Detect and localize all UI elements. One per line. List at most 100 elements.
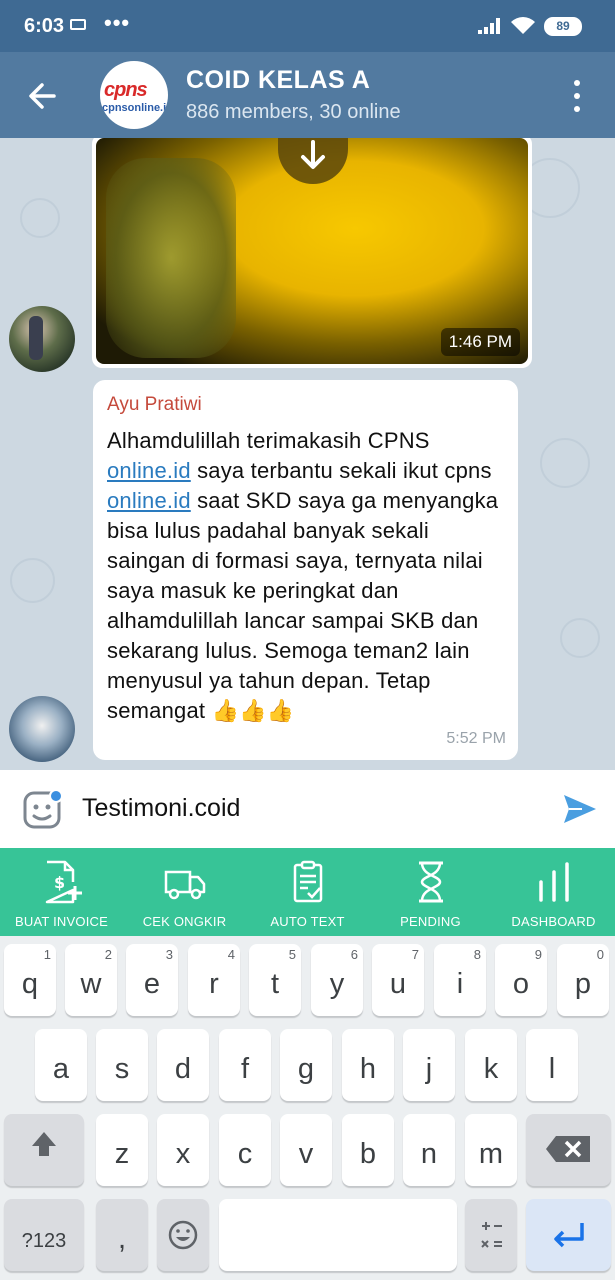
key-char: a [52, 1053, 70, 1085]
key-hint: 8 [473, 947, 481, 962]
emoji-icon [168, 1220, 198, 1250]
pending-button[interactable]: PENDING [369, 848, 492, 936]
download-icon [301, 140, 325, 169]
hourglass-icon [418, 861, 443, 903]
key-r[interactable]: 4r [188, 944, 240, 1016]
chat-subtitle: 886 members, 30 online [186, 101, 401, 123]
key-d[interactable]: d [157, 1029, 209, 1101]
back-arrow-icon[interactable] [22, 76, 64, 116]
sender-avatar[interactable] [9, 306, 75, 372]
enter-key[interactable] [526, 1199, 611, 1271]
chat-header: cpns cpnsonline.id COID KELAS A 886 memb… [0, 52, 615, 138]
key-char: , [117, 1223, 127, 1255]
key-t[interactable]: 5t [249, 944, 301, 1016]
dashboard-icon [538, 862, 569, 902]
key-s[interactable]: s [96, 1029, 148, 1101]
key-o[interactable]: 9o [495, 944, 547, 1016]
key-b[interactable]: b [342, 1114, 394, 1186]
message-link[interactable]: online.id [107, 458, 191, 483]
key-char: q [21, 968, 39, 1000]
key-char: w [80, 968, 102, 1000]
soft-keyboard: 1q 2w 3e 4r 5t 6y 7u 8i 9o 0p a s d f g … [0, 936, 615, 1280]
message-input[interactable] [82, 794, 542, 823]
key-hint: 0 [596, 947, 604, 962]
key-char: l [548, 1053, 556, 1085]
status-bar: 6:03 ••• 89 [0, 0, 615, 52]
action-toolbar: $ BUAT INVOICE CEK ONGKIR AUTO TEXT PEND… [0, 848, 615, 936]
math-symbols-key[interactable] [465, 1199, 517, 1271]
key-y[interactable]: 6y [311, 944, 363, 1016]
tool-label: AUTO TEXT [270, 914, 345, 929]
text-message[interactable]: Ayu Pratiwi Alhamdulillah terimakasih CP… [93, 380, 518, 760]
message-text-part: saya terbantu sekali ikut cpns [190, 458, 492, 483]
key-i[interactable]: 8i [434, 944, 486, 1016]
key-k[interactable]: k [465, 1029, 517, 1101]
buat-invoice-button[interactable]: $ BUAT INVOICE [0, 848, 123, 936]
chat-title[interactable]: COID KELAS A [186, 66, 370, 95]
send-icon[interactable] [562, 792, 598, 826]
dashboard-button[interactable]: DASHBOARD [492, 848, 615, 936]
key-x[interactable]: x [157, 1114, 209, 1186]
key-e[interactable]: 3e [126, 944, 178, 1016]
key-char: p [574, 968, 592, 1000]
download-button[interactable] [278, 138, 348, 184]
cek-ongkir-button[interactable]: CEK ONGKIR [123, 848, 246, 936]
tool-label: PENDING [400, 914, 461, 929]
key-c[interactable]: c [219, 1114, 271, 1186]
logo-text: cpns [104, 79, 148, 101]
key-z[interactable]: z [96, 1114, 148, 1186]
key-char: r [209, 968, 219, 1000]
key-char: m [478, 1138, 504, 1170]
key-char: g [297, 1053, 315, 1085]
shift-key[interactable] [4, 1114, 84, 1186]
more-options-icon[interactable] [566, 78, 588, 114]
sender-avatar[interactable] [9, 696, 75, 762]
key-char: d [174, 1053, 192, 1085]
media-message[interactable]: 1:46 PM [92, 138, 532, 368]
key-char: i [456, 968, 464, 1000]
auto-text-button[interactable]: AUTO TEXT [246, 848, 369, 936]
key-q[interactable]: 1q [4, 944, 56, 1016]
key-j[interactable]: j [403, 1029, 455, 1101]
key-u[interactable]: 7u [372, 944, 424, 1016]
key-hint: 2 [104, 947, 112, 962]
group-avatar[interactable]: cpns cpnsonline.id [100, 61, 168, 129]
shift-icon [32, 1132, 56, 1156]
media-preview[interactable]: 1:46 PM [96, 138, 528, 364]
space-key[interactable] [219, 1199, 457, 1271]
more-notifications-icon: ••• [104, 10, 131, 35]
key-char: x [175, 1138, 191, 1170]
chat-area[interactable]: 1:46 PM Ayu Pratiwi Alhamdulillah terima… [0, 138, 615, 770]
key-char: k [483, 1053, 499, 1085]
key-g[interactable]: g [280, 1029, 332, 1101]
symbols-key[interactable]: ?123 [4, 1199, 84, 1271]
message-link[interactable]: online.id [107, 488, 191, 513]
emoji-key[interactable] [157, 1199, 209, 1271]
key-p[interactable]: 0p [557, 944, 609, 1016]
key-w[interactable]: 2w [65, 944, 117, 1016]
comma-key[interactable]: , [96, 1199, 148, 1271]
clipboard-icon [293, 860, 322, 903]
message-text-part: Alhamdulillah terimakasih CPNS [107, 428, 430, 453]
key-a[interactable]: a [35, 1029, 87, 1101]
key-v[interactable]: v [280, 1114, 332, 1186]
key-char: j [425, 1053, 433, 1085]
key-char: e [143, 968, 161, 1000]
truck-icon [164, 870, 205, 900]
backspace-key[interactable] [526, 1114, 611, 1186]
key-char: b [359, 1138, 377, 1170]
message-time: 1:46 PM [440, 328, 520, 356]
key-m[interactable]: m [465, 1114, 517, 1186]
key-h[interactable]: h [342, 1029, 394, 1101]
key-char: h [359, 1053, 377, 1085]
enter-icon [554, 1223, 584, 1248]
tool-label: CEK ONGKIR [142, 914, 227, 929]
key-n[interactable]: n [403, 1114, 455, 1186]
sender-name[interactable]: Ayu Pratiwi [107, 394, 202, 416]
key-f[interactable]: f [219, 1029, 271, 1101]
tool-label: DASHBOARD [511, 914, 596, 929]
key-l[interactable]: l [526, 1029, 578, 1101]
key-char: ?123 [21, 1230, 67, 1252]
message-time: 5:52 PM [446, 730, 506, 747]
notification-dot [49, 789, 63, 803]
